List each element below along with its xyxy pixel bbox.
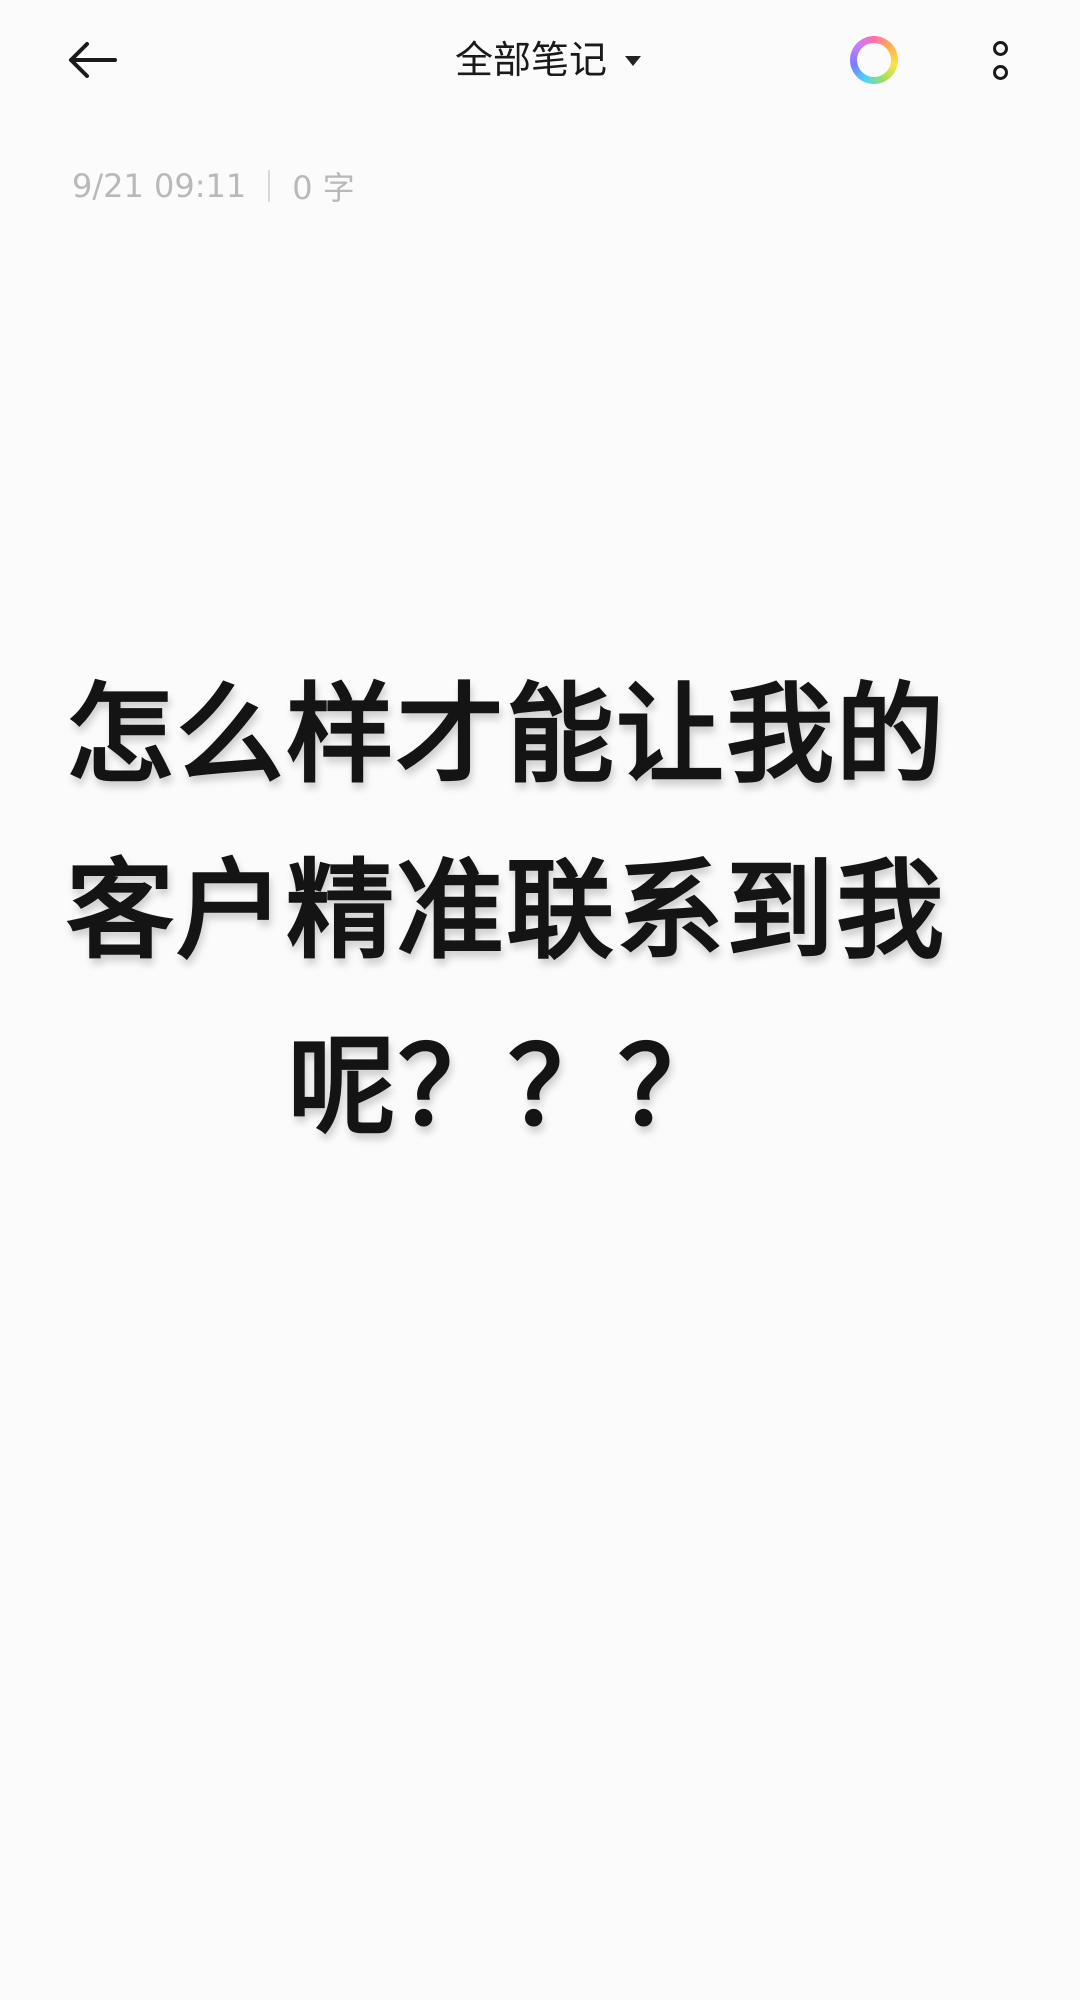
notebook-title: 全部笔记 <box>455 38 608 82</box>
note-line: 怎么样才能让我的 <box>66 673 947 798</box>
more-options-button[interactable] <box>972 30 1028 90</box>
note-content[interactable]: 怎么样才能让我的 客户精准联系到我 呢？？？ <box>66 648 966 1176</box>
more-vertical-icon-dot <box>992 64 1008 80</box>
note-editor-screen: 全部笔记 9/21 09:11 0 字 怎么样才能让我的 客户精准联系到我 呢？… <box>0 0 1080 2000</box>
notebook-selector[interactable]: 全部笔记 <box>455 30 642 90</box>
note-word-count: 0 字 <box>292 169 355 207</box>
caret-down-icon <box>625 56 642 66</box>
top-app-bar: 全部笔记 <box>0 0 1080 120</box>
note-meta: 9/21 09:11 0 字 <box>72 162 355 210</box>
color-picker-button[interactable] <box>846 32 902 88</box>
note-line: 呢？？？ <box>288 1025 729 1150</box>
more-vertical-icon <box>992 40 1008 56</box>
back-button[interactable] <box>62 30 122 90</box>
meta-divider <box>268 170 271 202</box>
back-arrow-icon <box>69 42 117 78</box>
color-ring-icon <box>850 36 898 84</box>
note-line: 客户精准联系到我 <box>66 849 947 974</box>
note-datetime: 9/21 09:11 <box>72 167 247 205</box>
